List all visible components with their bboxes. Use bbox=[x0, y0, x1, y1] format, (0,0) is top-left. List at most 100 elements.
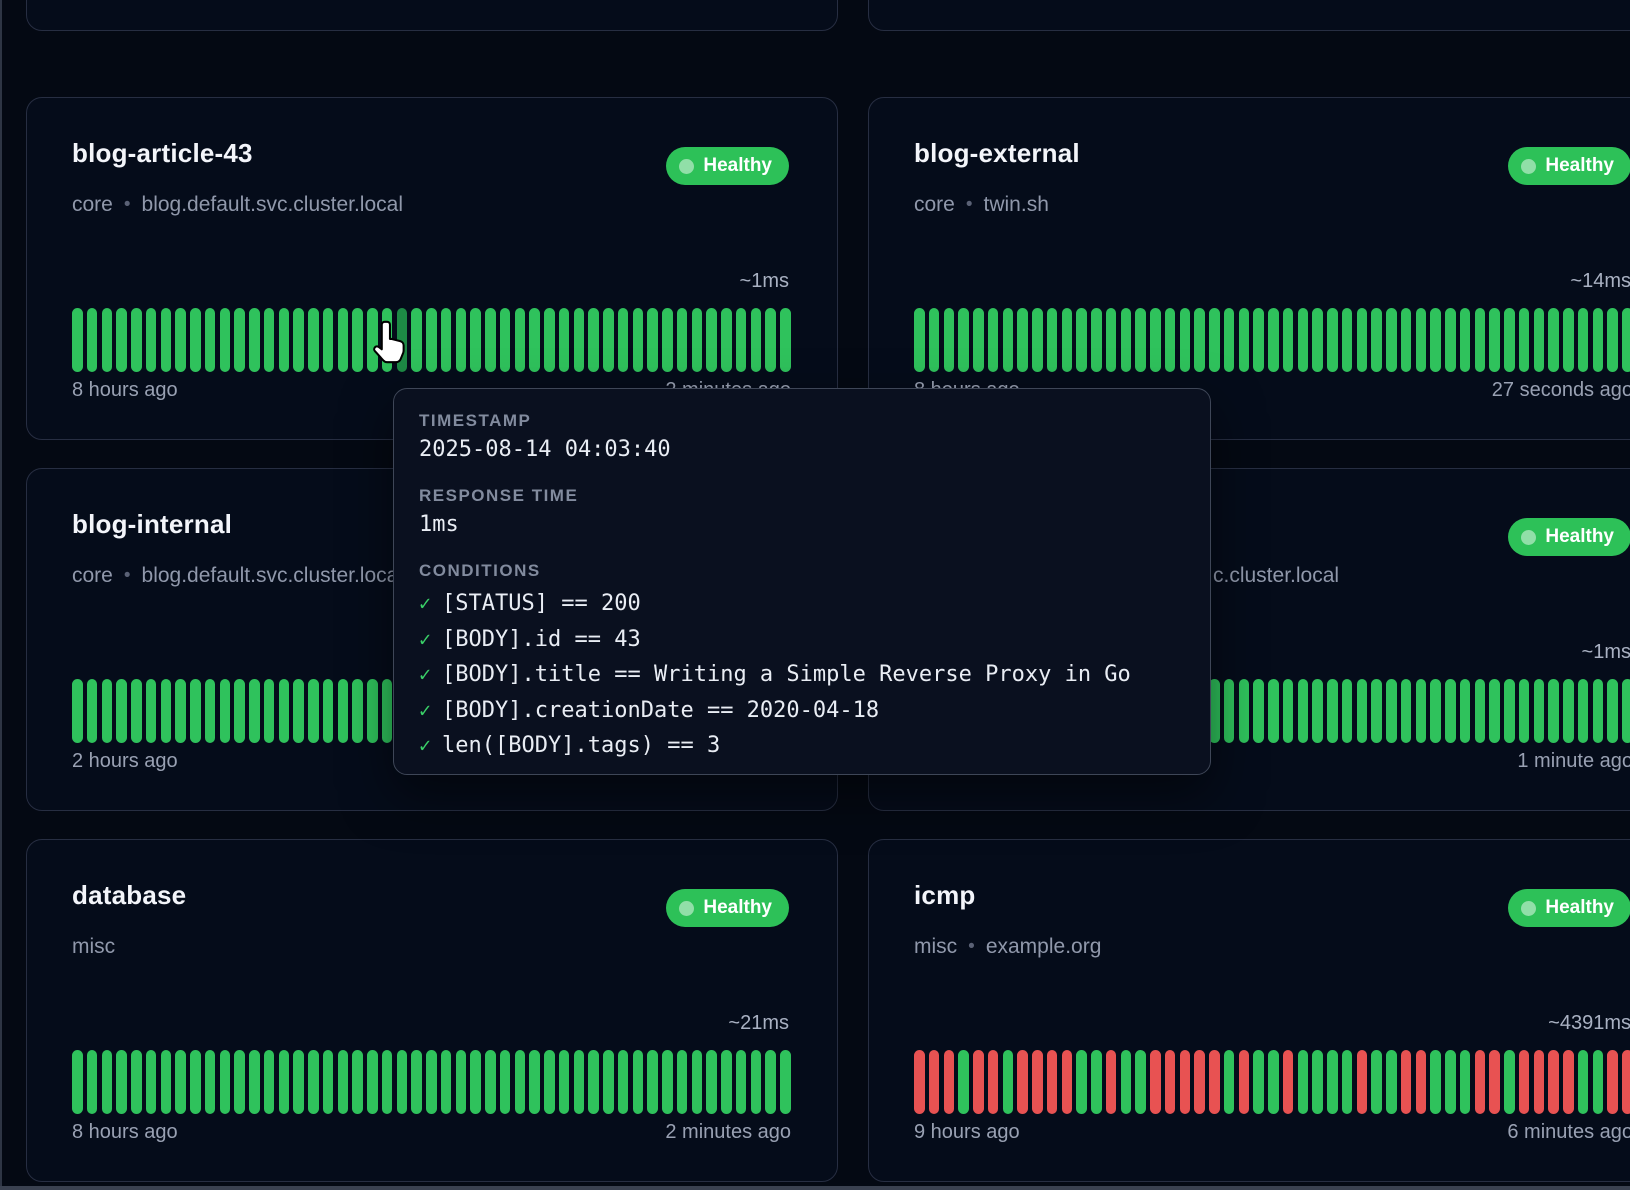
uptime-bar[interactable] bbox=[929, 308, 940, 372]
uptime-bar[interactable] bbox=[220, 679, 231, 743]
uptime-bar[interactable] bbox=[1091, 308, 1102, 372]
uptime-bar[interactable] bbox=[323, 308, 334, 372]
uptime-bar[interactable] bbox=[1504, 308, 1515, 372]
uptime-bar[interactable] bbox=[1534, 1050, 1545, 1114]
uptime-bar[interactable] bbox=[1548, 1050, 1559, 1114]
uptime-bar[interactable] bbox=[102, 679, 113, 743]
uptime-bar[interactable] bbox=[1062, 1050, 1073, 1114]
uptime-bar[interactable] bbox=[929, 1050, 940, 1114]
uptime-bar[interactable] bbox=[1371, 679, 1382, 743]
uptime-bar[interactable] bbox=[1135, 1050, 1146, 1114]
partial-card-above-right[interactable] bbox=[868, 0, 1630, 31]
uptime-bar[interactable] bbox=[603, 308, 614, 372]
uptime-bar[interactable] bbox=[1607, 308, 1618, 372]
uptime-bar[interactable] bbox=[914, 308, 925, 372]
uptime-bar[interactable] bbox=[470, 308, 481, 372]
uptime-bar[interactable] bbox=[1578, 308, 1589, 372]
uptime-bar[interactable] bbox=[706, 1050, 717, 1114]
uptime-bar[interactable] bbox=[1268, 308, 1279, 372]
uptime-bar[interactable] bbox=[308, 679, 319, 743]
uptime-bar[interactable] bbox=[234, 679, 245, 743]
uptime-bar[interactable] bbox=[677, 1050, 688, 1114]
uptime-bar[interactable] bbox=[751, 308, 762, 372]
uptime-bar[interactable] bbox=[662, 308, 673, 372]
uptime-bar[interactable] bbox=[102, 1050, 113, 1114]
uptime-bar[interactable] bbox=[1032, 308, 1043, 372]
uptime-bar[interactable] bbox=[1534, 308, 1545, 372]
uptime-bar[interactable] bbox=[131, 679, 142, 743]
uptime-bar[interactable] bbox=[249, 308, 260, 372]
uptime-bar[interactable] bbox=[1150, 308, 1161, 372]
uptime-bar[interactable] bbox=[988, 308, 999, 372]
uptime-bar[interactable] bbox=[1563, 308, 1574, 372]
uptime-bar[interactable] bbox=[1327, 308, 1338, 372]
uptime-bar[interactable] bbox=[382, 679, 393, 743]
uptime-bar[interactable] bbox=[1386, 679, 1397, 743]
uptime-bar[interactable] bbox=[559, 308, 570, 372]
uptime-bar[interactable] bbox=[1357, 679, 1368, 743]
uptime-bar[interactable] bbox=[1062, 308, 1073, 372]
uptime-bar[interactable] bbox=[293, 1050, 304, 1114]
uptime-bar[interactable] bbox=[751, 1050, 762, 1114]
uptime-bar[interactable] bbox=[1106, 308, 1117, 372]
uptime-bar[interactable] bbox=[988, 1050, 999, 1114]
uptime-bar[interactable] bbox=[515, 1050, 526, 1114]
uptime-bar[interactable] bbox=[588, 1050, 599, 1114]
uptime-bar[interactable] bbox=[1460, 308, 1471, 372]
uptime-bar[interactable] bbox=[220, 308, 231, 372]
uptime-bar[interactable] bbox=[279, 679, 290, 743]
uptime-bar[interactable] bbox=[1239, 308, 1250, 372]
uptime-bar[interactable] bbox=[736, 1050, 747, 1114]
uptime-bar[interactable] bbox=[293, 308, 304, 372]
uptime-bar[interactable] bbox=[382, 308, 393, 372]
uptime-bar[interactable] bbox=[382, 1050, 393, 1114]
uptime-bar[interactable] bbox=[1283, 308, 1294, 372]
uptime-bar[interactable] bbox=[1386, 1050, 1397, 1114]
uptime-bar[interactable] bbox=[1475, 308, 1486, 372]
uptime-bar[interactable] bbox=[308, 308, 319, 372]
uptime-bar[interactable] bbox=[1430, 679, 1441, 743]
uptime-bar[interactable] bbox=[958, 308, 969, 372]
uptime-bar[interactable] bbox=[1106, 1050, 1117, 1114]
uptime-bar[interactable] bbox=[1224, 679, 1235, 743]
uptime-bar[interactable] bbox=[1607, 1050, 1618, 1114]
uptime-bar[interactable] bbox=[1371, 308, 1382, 372]
uptime-bar[interactable] bbox=[1312, 1050, 1323, 1114]
uptime-bar[interactable] bbox=[914, 1050, 925, 1114]
uptime-bar[interactable] bbox=[1563, 1050, 1574, 1114]
uptime-bar[interactable] bbox=[352, 1050, 363, 1114]
uptime-bar[interactable] bbox=[190, 1050, 201, 1114]
uptime-bar[interactable] bbox=[190, 308, 201, 372]
uptime-bar[interactable] bbox=[323, 679, 334, 743]
uptime-bar[interactable] bbox=[175, 679, 186, 743]
uptime-bar[interactable] bbox=[1504, 679, 1515, 743]
uptime-bar[interactable] bbox=[293, 679, 304, 743]
uptime-bar[interactable] bbox=[1416, 1050, 1427, 1114]
uptime-bar[interactable] bbox=[780, 308, 791, 372]
uptime-bar[interactable] bbox=[529, 1050, 540, 1114]
uptime-bar[interactable] bbox=[367, 308, 378, 372]
uptime-bar[interactable] bbox=[1327, 1050, 1338, 1114]
uptime-bar[interactable] bbox=[485, 308, 496, 372]
uptime-bar[interactable] bbox=[338, 1050, 349, 1114]
uptime-bar[interactable] bbox=[944, 308, 955, 372]
uptime-bar[interactable] bbox=[1017, 308, 1028, 372]
uptime-bar[interactable] bbox=[116, 679, 127, 743]
uptime-bar[interactable] bbox=[1298, 1050, 1309, 1114]
uptime-bar[interactable] bbox=[574, 1050, 585, 1114]
uptime-bar[interactable] bbox=[1298, 308, 1309, 372]
uptime-bar[interactable] bbox=[1150, 1050, 1161, 1114]
uptime-bar[interactable] bbox=[618, 1050, 629, 1114]
uptime-bar[interactable] bbox=[441, 308, 452, 372]
uptime-bar[interactable] bbox=[426, 1050, 437, 1114]
uptime-bar[interactable] bbox=[1342, 1050, 1353, 1114]
uptime-bar[interactable] bbox=[234, 308, 245, 372]
uptime-bar[interactable] bbox=[131, 1050, 142, 1114]
uptime-bar[interactable] bbox=[1445, 1050, 1456, 1114]
uptime-bar[interactable] bbox=[1578, 679, 1589, 743]
uptime-bar[interactable] bbox=[692, 1050, 703, 1114]
uptime-bar[interactable] bbox=[367, 679, 378, 743]
uptime-bar[interactable] bbox=[411, 1050, 422, 1114]
uptime-bar[interactable] bbox=[205, 1050, 216, 1114]
uptime-bar[interactable] bbox=[1357, 1050, 1368, 1114]
